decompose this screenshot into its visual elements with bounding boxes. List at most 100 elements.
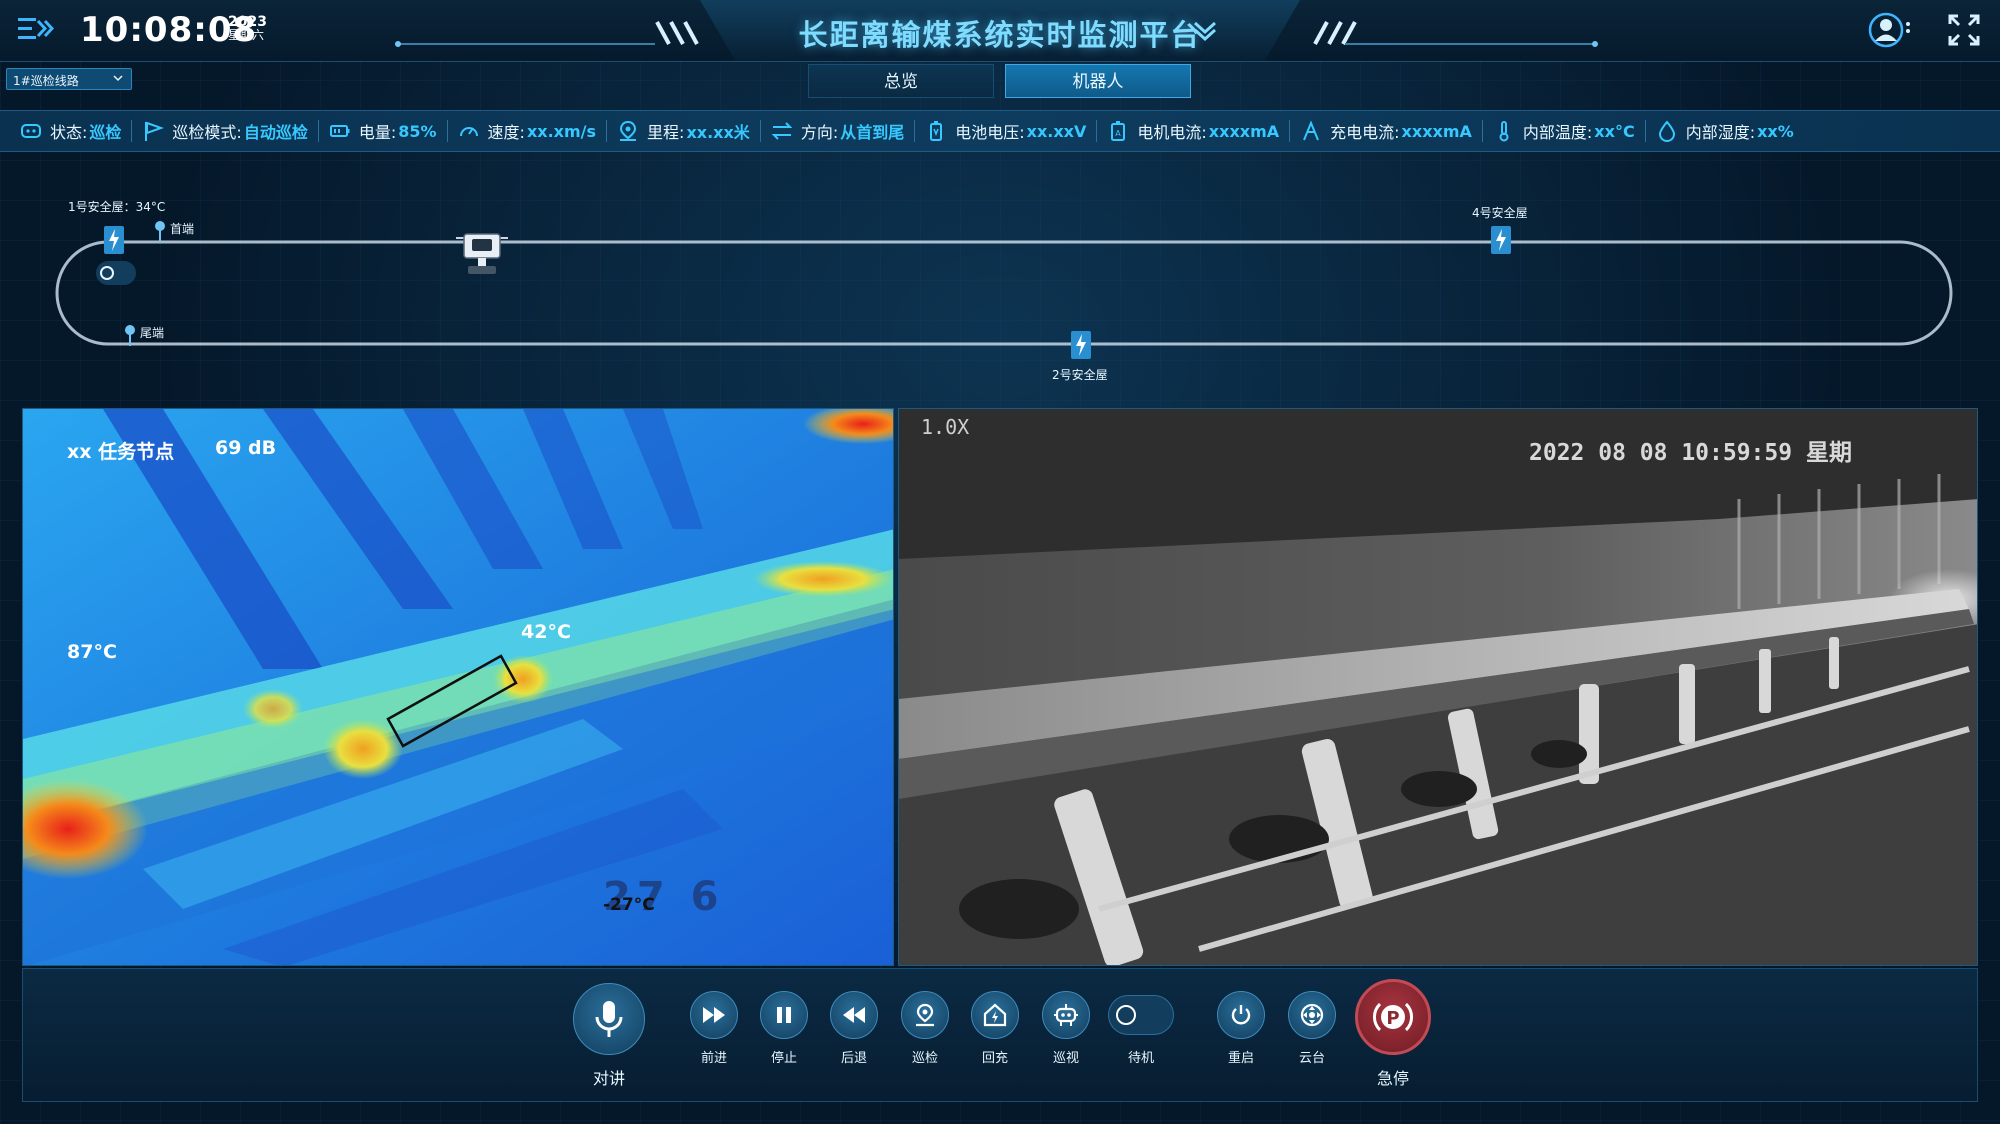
status-charge-current: 充电电流: xxxxmA (1290, 110, 1482, 152)
standby-toggle-track (1108, 995, 1174, 1035)
status-state-label: 状态: (50, 123, 88, 142)
safety-shelter-2-icon[interactable] (1070, 330, 1092, 360)
thermal-task-node: xx 任务节点 (67, 441, 175, 463)
ptz-button-label: 云台 (1298, 1051, 1325, 1066)
chevron-down-icon[interactable] (1192, 20, 1218, 42)
status-motor-current-label: 电机电流: (1137, 123, 1207, 142)
ptz-button-circle (1288, 991, 1336, 1039)
status-charge-current-label: 充电电流: (1330, 123, 1400, 142)
status-battery-voltage-value: xx.xxV (1026, 121, 1087, 141)
stop-button[interactable]: 停止 (758, 991, 810, 1066)
thermal-image (23, 409, 893, 965)
tab-robot[interactable]: 机器人 (1005, 64, 1191, 98)
status-motor-current: A 电机电流: xxxxmA (1097, 110, 1289, 152)
status-inner-temp-label: 内部温度: (1522, 123, 1593, 142)
charge-dock-toggle[interactable] (96, 261, 136, 285)
app-title: 长距离输煤系统实时监测平台 (798, 18, 1202, 52)
thermal-noise-level: 69 dB (215, 437, 277, 459)
microphone-icon (595, 1001, 623, 1037)
patrol-button[interactable]: 巡检 (899, 991, 951, 1066)
robot-inspect-icon (1054, 1004, 1078, 1026)
conveyor-camera-image (899, 409, 1977, 965)
standby-toggle[interactable]: 待机 (1105, 991, 1177, 1066)
status-charge-current-value: xxxxmA (1401, 121, 1472, 141)
forward-button[interactable]: 前进 (688, 991, 740, 1066)
talk-button-circle (573, 983, 645, 1055)
battery-icon (329, 125, 350, 137)
back-button-circle (830, 991, 878, 1039)
status-inner-humidity-label: 内部湿度: (1685, 123, 1756, 142)
robot-status-bar: 状态: 巡检 巡检模式: 自动巡检 电量: 85% 速度: xx.xm/s 里程… (0, 110, 2000, 152)
status-battery-voltage: 电池电压: xx.xxV (915, 110, 1096, 152)
user-avatar-icon[interactable] (1868, 10, 1912, 50)
header-decoration-left (395, 21, 699, 47)
forward-button-label: 前进 (700, 1051, 727, 1066)
tab-overview[interactable]: 总览 (808, 64, 994, 98)
track-loop-graphic (55, 240, 1953, 346)
header-decoration-right (1313, 21, 1598, 47)
head-end-pin-icon (155, 221, 165, 242)
patrol-location-icon (916, 1003, 934, 1027)
thermal-temp-max: 87°C (67, 641, 117, 663)
stop-button-label: 停止 (770, 1051, 797, 1066)
swap-arrows-icon (771, 122, 793, 140)
status-inner-temp-value: xx°C (1594, 121, 1635, 141)
standby-toggle-label: 待机 (1127, 1051, 1154, 1066)
status-state-value: 巡检 (89, 123, 122, 142)
inspect-button[interactable]: 巡视 (1040, 991, 1092, 1066)
menu-expand-icon[interactable] (18, 14, 54, 44)
status-direction: 方向: 从首到尾 (761, 110, 914, 152)
status-mileage-value: xx.xx米 (686, 123, 750, 142)
thermal-temp-box: 42°C (521, 621, 571, 643)
home-charge-icon (983, 1003, 1007, 1027)
fast-forward-icon (703, 1007, 725, 1023)
track-map: 1号安全屋：34°C 首端 尾端 4号安全屋 2号安全屋 (0, 160, 2000, 400)
fullscreen-icon[interactable] (1948, 14, 1980, 46)
status-speed: 速度: xx.xm/s (448, 110, 606, 152)
restart-button-label: 重启 (1227, 1051, 1254, 1066)
toggle-knob (100, 266, 114, 280)
route-select[interactable]: 1#巡检线路 (6, 68, 132, 90)
visible-camera-view[interactable]: 1.0X 2022 08 08 10:59:59 星期 (898, 408, 1978, 966)
clock-weekday: 星期六 (228, 28, 265, 42)
patrol-button-circle (901, 991, 949, 1039)
water-drop-icon (1658, 120, 1675, 142)
status-mode: 巡检模式: 自动巡检 (132, 110, 317, 152)
restart-button[interactable]: 重启 (1215, 991, 1267, 1066)
camera-timestamp: 2022 08 08 10:59:59 星期 (1529, 440, 1852, 466)
clock-date: 2023 星期六 (228, 15, 267, 42)
recharge-button[interactable]: 回充 (969, 991, 1021, 1066)
status-speed-label: 速度: (487, 123, 525, 142)
status-battery-label: 电量: (358, 123, 397, 142)
standby-toggle-knob (1116, 1005, 1136, 1025)
forward-button-circle (690, 991, 738, 1039)
status-direction-label: 方向: (800, 123, 839, 142)
patrol-button-label: 巡检 (911, 1051, 938, 1066)
robot-control-bar: 对讲 前进 停止 后退 巡检 回充 巡视 待机 重启 云台 P 急停 (22, 968, 1978, 1102)
ptz-button[interactable]: 云台 (1286, 991, 1338, 1066)
route-select-value: 1#巡检线路 (13, 74, 79, 88)
status-inner-humidity: 内部湿度: xx% (1646, 110, 1804, 152)
safety-shelter-4-label: 4号安全屋 (1472, 206, 1528, 220)
camera-zoom-level: 1.0X (921, 415, 970, 439)
emergency-stop-button[interactable]: P 急停 (1353, 979, 1433, 1089)
speedometer-icon (459, 127, 478, 137)
svg-text:P: P (1386, 1008, 1399, 1029)
status-motor-current-value: xxxxmA (1208, 121, 1280, 141)
talk-button[interactable]: 对讲 (571, 983, 647, 1089)
safety-shelter-1-icon[interactable] (103, 225, 125, 255)
safety-shelter-4-icon[interactable] (1490, 225, 1512, 255)
thermal-camera-view[interactable]: xx 任务节点 69 dB 87°C 42°C 27 6 -27°C (22, 408, 894, 966)
header: 10:08:08 2023 星期六 长距离输煤系统实时监测平台 (0, 0, 2000, 62)
robot-position-icon[interactable] (452, 226, 512, 276)
status-state: 状态: 巡检 (10, 110, 131, 152)
ptz-direction-icon (1300, 1003, 1324, 1027)
back-button[interactable]: 后退 (828, 991, 880, 1066)
status-inner-humidity-value: xx% (1757, 121, 1794, 141)
location-pin-icon (620, 120, 637, 141)
pause-icon (777, 1007, 791, 1023)
thermometer-icon (1499, 121, 1509, 142)
tail-end-pin-icon (125, 325, 135, 346)
safety-shelter-2-label: 2号安全屋 (1052, 368, 1108, 382)
power-icon (1231, 1005, 1251, 1025)
